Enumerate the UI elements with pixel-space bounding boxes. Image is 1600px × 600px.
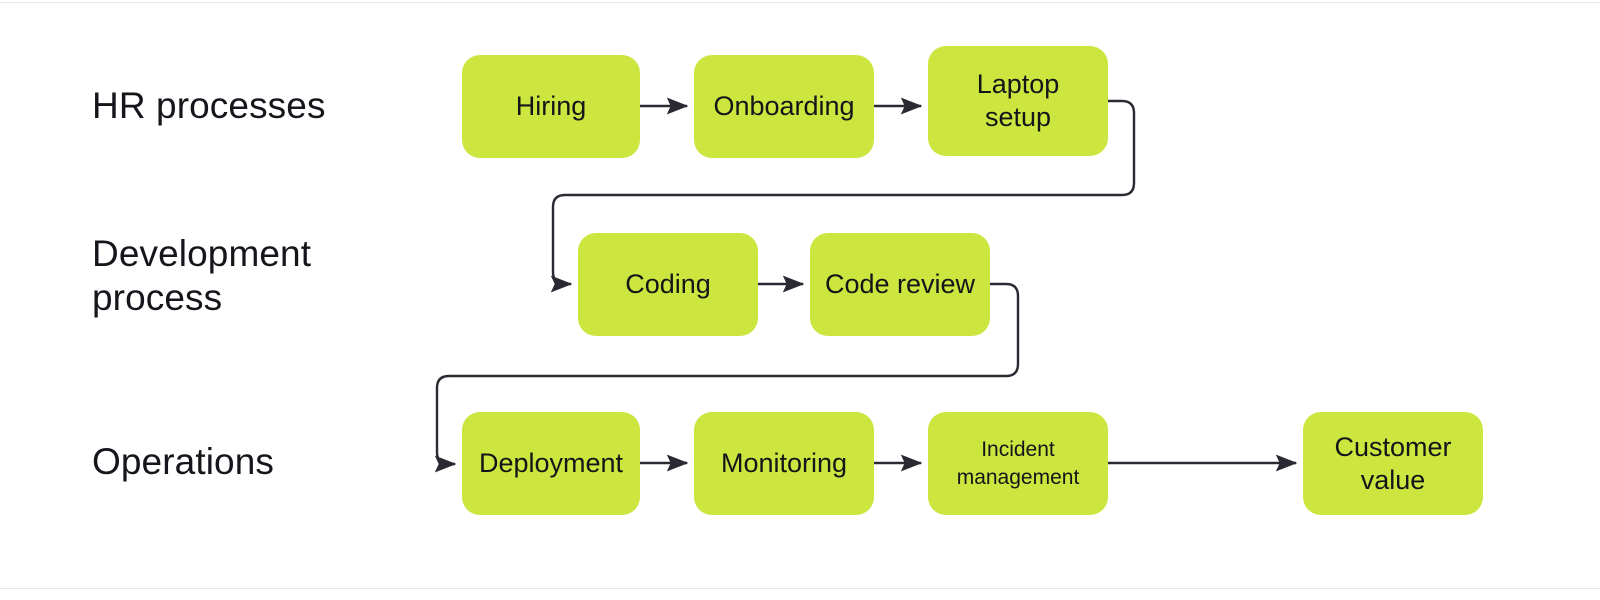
node-deployment[interactable]: Deployment (462, 412, 640, 515)
diagram-canvas: HR processes Development process Operati… (0, 0, 1600, 600)
top-divider (0, 2, 1600, 3)
node-incident-management[interactable]: Incident management (928, 412, 1108, 515)
node-onboarding[interactable]: Onboarding (694, 55, 874, 158)
node-monitoring[interactable]: Monitoring (694, 412, 874, 515)
row-label-hr-processes: HR processes (92, 85, 326, 126)
bottom-divider (0, 588, 1600, 589)
node-code-review[interactable]: Code review (810, 233, 990, 336)
node-coding[interactable]: Coding (578, 233, 758, 336)
node-laptop-setup[interactable]: Laptop setup (928, 46, 1108, 156)
row-label-operations: Operations (92, 441, 274, 482)
row-label-development-process: Development process (92, 233, 312, 318)
node-customer-value[interactable]: Customer value (1303, 412, 1483, 515)
node-hiring[interactable]: Hiring (462, 55, 640, 158)
